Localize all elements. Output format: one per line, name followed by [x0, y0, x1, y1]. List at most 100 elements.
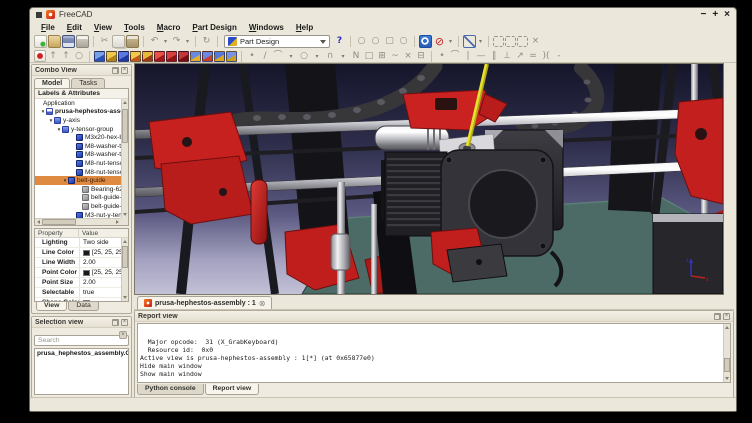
- create-polyline-icon[interactable]: N: [350, 50, 362, 62]
- macro-record-icon[interactable]: ○: [355, 35, 368, 48]
- external-geometry-icon[interactable]: ⊟: [415, 50, 427, 62]
- draw-style-dropdown-icon[interactable]: ▾: [447, 35, 454, 48]
- pad-icon[interactable]: [106, 51, 117, 62]
- axo-dropdown-icon[interactable]: ▾: [477, 35, 484, 48]
- clear-search-icon[interactable]: ×: [119, 331, 127, 339]
- tab-view[interactable]: View: [36, 302, 67, 311]
- macro-pause-icon[interactable]: ▢: [383, 35, 396, 48]
- boolean-section-icon[interactable]: [226, 51, 237, 62]
- redo-dropdown-icon[interactable]: ▾: [184, 35, 191, 48]
- selection-list-item[interactable]: prusa_hephestos_assembly.Compound: [35, 349, 128, 358]
- tree-item-m8-washer-tensor-1[interactable]: M8-washer-tenso: [35, 142, 121, 151]
- redo-icon[interactable]: ↷: [170, 35, 183, 48]
- tree-item-belt-guide-half-2[interactable]: belt-guide-ha: [35, 202, 121, 211]
- constraint-vertical-icon[interactable]: |: [462, 50, 474, 62]
- close-tab-icon[interactable]: ⊗: [259, 299, 266, 308]
- workbench-selector[interactable]: Part Design: [224, 35, 330, 48]
- property-row-selectable[interactable]: Selectable true: [35, 288, 121, 298]
- float-panel-icon[interactable]: [112, 67, 119, 74]
- tree-item-m8-nut-tensor-1[interactable]: M8-nut-tensor-1: [35, 159, 121, 168]
- property-scrollbar[interactable]: [121, 238, 128, 301]
- paste-icon[interactable]: [126, 35, 139, 48]
- undo-icon[interactable]: ↶: [148, 35, 161, 48]
- conic-dropdown-icon[interactable]: ▾: [337, 50, 349, 62]
- menu-part-design[interactable]: Part Design: [187, 23, 241, 32]
- macro-open-icon[interactable]: ↑: [47, 50, 59, 62]
- document-tab[interactable]: prusa-hephestos-assembly : 1 ⊗: [137, 296, 272, 309]
- macro-execute-icon[interactable]: ↑: [60, 50, 72, 62]
- menu-windows[interactable]: Windows: [244, 23, 289, 32]
- macro-edit-icon[interactable]: ○: [73, 50, 85, 62]
- menu-tools[interactable]: Tools: [119, 23, 150, 32]
- copy-icon[interactable]: [112, 35, 125, 48]
- create-bspline-icon[interactable]: ~: [389, 50, 401, 62]
- property-row-line-width[interactable]: Line Width 2.00: [35, 258, 121, 268]
- delete-selection-icon[interactable]: ×: [529, 35, 542, 48]
- viewport-3d[interactable]: z x: [135, 64, 723, 294]
- macro-record-dialog-icon[interactable]: [34, 50, 46, 62]
- search-input[interactable]: [34, 335, 129, 346]
- tab-tasks[interactable]: Tasks: [71, 78, 105, 88]
- tab-report-view[interactable]: Report view: [205, 384, 260, 395]
- maximize-button[interactable]: +: [712, 10, 718, 20]
- revolution-icon[interactable]: [130, 51, 141, 62]
- property-row-point-size[interactable]: Point Size 2.00: [35, 278, 121, 288]
- minimize-button[interactable]: −: [700, 10, 706, 20]
- menu-edit[interactable]: Edit: [62, 23, 87, 32]
- tree-item-m8-washer-tensor-2[interactable]: M8-washer-tenso: [35, 151, 121, 160]
- create-point-icon[interactable]: •: [246, 50, 258, 62]
- property-row-line-color[interactable]: Line Color [25, 25, 25]: [35, 248, 121, 258]
- close-panel-icon[interactable]: ×: [723, 313, 730, 320]
- groove-icon[interactable]: [142, 51, 153, 62]
- new-file-icon[interactable]: [34, 35, 47, 48]
- property-row-shape-color[interactable]: Shape Color: [35, 298, 121, 302]
- whats-this-icon[interactable]: ?: [333, 35, 346, 48]
- system-menu-icon[interactable]: [36, 12, 42, 18]
- box-element-selection-icon[interactable]: [505, 36, 516, 47]
- trim-edge-icon[interactable]: ×: [402, 50, 414, 62]
- menu-macro[interactable]: Macro: [152, 23, 186, 32]
- create-line-icon[interactable]: /: [259, 50, 271, 62]
- report-scrollbar[interactable]: [723, 324, 730, 382]
- tree-horizontal-scrollbar[interactable]: [35, 218, 121, 225]
- toolbar-overflow-icon[interactable]: -: [553, 50, 565, 62]
- constraint-horizontal-icon[interactable]: —: [475, 50, 487, 62]
- boolean-union-icon[interactable]: [190, 51, 201, 62]
- menu-view[interactable]: View: [89, 23, 117, 32]
- property-row-lighting[interactable]: Lighting Two side: [35, 238, 121, 248]
- arc-dropdown-icon[interactable]: ▾: [285, 50, 297, 62]
- tree-vertical-scrollbar[interactable]: [121, 99, 128, 218]
- menu-help[interactable]: Help: [291, 23, 318, 32]
- tab-data[interactable]: Data: [68, 302, 98, 311]
- boolean-common-icon[interactable]: [214, 51, 225, 62]
- save-icon[interactable]: [62, 35, 75, 48]
- create-conic-icon[interactable]: ∩: [324, 50, 336, 62]
- float-panel-icon[interactable]: [112, 319, 119, 326]
- tree-item-m8-nut-tensor-2[interactable]: M8-nut-tensor-2: [35, 168, 121, 177]
- chamfer-icon[interactable]: [166, 51, 177, 62]
- axonometric-view-icon[interactable]: [463, 35, 476, 48]
- tree-item-y-axis[interactable]: ▼ y-axis: [35, 116, 121, 125]
- close-panel-icon[interactable]: ×: [121, 67, 128, 74]
- refresh-icon[interactable]: ↻: [200, 35, 213, 48]
- macro-stop-icon[interactable]: ○: [369, 35, 382, 48]
- tree-item-m3x20-hex-bolt[interactable]: M3x20-hex-bolt: [35, 133, 121, 142]
- tab-python-console[interactable]: Python console: [137, 384, 204, 395]
- fillet-icon[interactable]: [154, 51, 165, 62]
- circle-dropdown-icon[interactable]: ▾: [311, 50, 323, 62]
- tree-item-prusa-hephestos-assembly[interactable]: ▼ prusa-hephestos-assembly: [35, 108, 121, 117]
- close-panel-icon[interactable]: ×: [121, 319, 128, 326]
- box-selection-icon[interactable]: [493, 36, 504, 47]
- constraint-perpendicular-icon[interactable]: ⊥: [501, 50, 513, 62]
- pocket-icon[interactable]: [118, 51, 129, 62]
- macro-play-icon[interactable]: ○: [397, 35, 410, 48]
- draw-style-icon[interactable]: ⊘: [433, 35, 446, 48]
- select-all-icon[interactable]: [517, 36, 528, 47]
- fit-all-icon[interactable]: [419, 35, 432, 48]
- draft-icon[interactable]: [178, 51, 189, 62]
- tree-item-application[interactable]: Application: [35, 99, 121, 108]
- tree-item-belt-guide[interactable]: ▼ belt-guide: [35, 176, 121, 185]
- part-body-icon[interactable]: [94, 51, 105, 62]
- tree-item-m3-nut-y-tensor[interactable]: M3-nut-y-tensor: [35, 211, 121, 218]
- create-rectangle-icon[interactable]: □: [363, 50, 375, 62]
